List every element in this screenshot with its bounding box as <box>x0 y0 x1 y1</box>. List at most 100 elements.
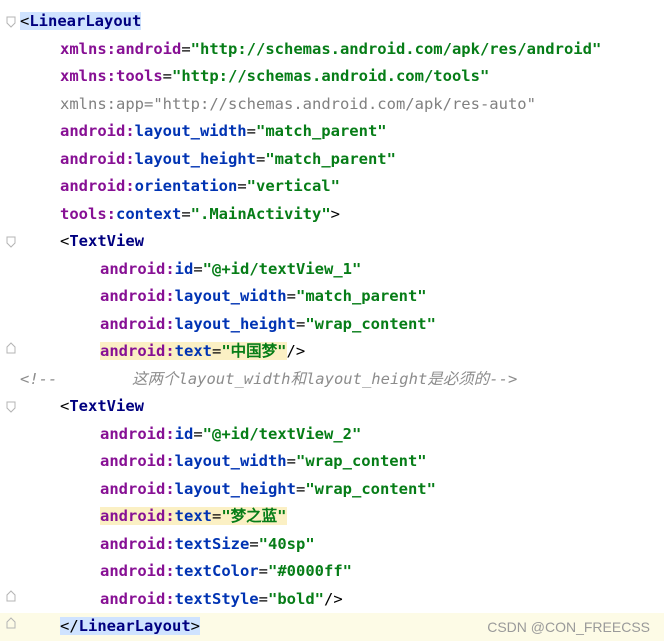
fold-close-icon[interactable] <box>6 342 16 354</box>
watermark: CSDN @CON_FREECSS <box>487 619 650 635</box>
code-text: android:textStyle="bold"/> <box>100 586 343 614</box>
code-token: < <box>60 232 70 250</box>
code-token: = <box>286 287 296 305</box>
code-line[interactable]: android:layout_width="match_parent" <box>0 283 664 311</box>
code-token: "@+id/textView_1" <box>202 259 362 278</box>
code-token: android: <box>100 342 175 360</box>
code-line[interactable]: <TextView <box>0 228 664 256</box>
code-token: "wrap_content" <box>305 479 436 498</box>
code-token: textStyle <box>174 589 259 608</box>
fold-open-icon[interactable] <box>6 16 16 28</box>
fold-close-icon[interactable] <box>6 589 16 602</box>
code-line[interactable]: xmlns:app="http://schemas.android.com/ap… <box>0 91 664 119</box>
code-token: android: <box>100 259 175 278</box>
code-token: textColor <box>174 562 259 580</box>
code-token: android: <box>60 122 135 140</box>
code-line[interactable]: android:orientation="vertical" <box>0 173 664 201</box>
code-line[interactable]: android:layout_width="match_parent" <box>0 118 664 146</box>
code-token: "中国梦" <box>221 342 287 360</box>
code-token: context <box>116 204 182 223</box>
code-text: android:layout_width="match_parent" <box>100 283 427 311</box>
code-token: = <box>295 314 306 333</box>
code-token: "40sp" <box>258 534 315 553</box>
code-token: android: <box>60 177 135 195</box>
code-text: android:textSize="40sp" <box>100 531 315 559</box>
code-editor[interactable]: <LinearLayout xmlns:android="http://schem… <box>0 0 664 643</box>
code-token: "bold" <box>268 589 324 608</box>
code-token: "#0000ff" <box>268 562 352 580</box>
code-text: <TextView <box>60 228 144 256</box>
code-text: android:layout_width="wrap_content" <box>100 448 427 476</box>
code-token: android: <box>100 507 175 525</box>
code-token: id <box>174 424 194 443</box>
code-token: <!-- 这两个layout_width和layout_height是必须的--… <box>20 369 518 388</box>
code-line[interactable]: android:layout_height="wrap_content" <box>0 311 664 339</box>
code-token: id <box>174 259 194 278</box>
code-token: "match_parent" <box>255 122 387 140</box>
code-token: < <box>60 397 70 415</box>
fold-open-icon[interactable] <box>6 236 16 248</box>
code-text: android:text="中国梦"/> <box>100 338 305 366</box>
code-token: android: <box>100 589 175 608</box>
code-text: android:layout_height="match_parent" <box>60 146 396 174</box>
code-line[interactable]: <!-- 这两个layout_width和layout_height是必须的--… <box>0 366 664 394</box>
code-token: text <box>174 342 212 360</box>
code-token: android: <box>100 424 175 443</box>
code-token: /> <box>286 342 306 360</box>
code-token: = <box>193 259 203 278</box>
code-line[interactable]: android:id="@+id/textView_1" <box>0 256 664 284</box>
code-line[interactable]: android:text="中国梦"/> <box>0 338 664 366</box>
code-token: TextView <box>69 232 144 250</box>
code-token: layout_height <box>134 149 256 168</box>
code-token: > <box>330 204 340 223</box>
code-token: = <box>295 479 306 498</box>
code-token: = <box>258 562 268 580</box>
code-text: android:orientation="vertical" <box>60 173 340 201</box>
code-token: layout_height <box>174 314 296 333</box>
code-token: android: <box>100 534 175 553</box>
code-token: > <box>190 617 200 635</box>
code-token: layout_height <box>174 479 296 498</box>
code-line[interactable]: android:layout_height="match_parent" <box>0 146 664 174</box>
code-token: xmlns: <box>60 39 116 58</box>
code-text: android:id="@+id/textView_1" <box>100 256 361 284</box>
code-token: android: <box>60 149 135 168</box>
code-token: "match_parent" <box>265 149 396 168</box>
code-token: xmlns:app <box>60 94 144 113</box>
code-token: = <box>249 534 259 553</box>
code-token: text <box>174 507 212 525</box>
code-token: = <box>144 94 154 113</box>
code-token: "match_parent" <box>295 287 427 305</box>
code-line[interactable]: android:textStyle="bold"/> <box>0 586 664 614</box>
code-line[interactable]: android:id="@+id/textView_2" <box>0 421 664 449</box>
code-line[interactable]: android:layout_height="wrap_content" <box>0 476 664 504</box>
code-line[interactable]: android:text="梦之蓝" <box>0 503 664 531</box>
code-token: "vertical" <box>246 177 340 195</box>
code-token: = <box>211 507 222 525</box>
code-line[interactable]: xmlns:android="http://schemas.android.co… <box>0 36 664 64</box>
code-line[interactable]: android:textSize="40sp" <box>0 531 664 559</box>
code-line[interactable]: android:layout_width="wrap_content" <box>0 448 664 476</box>
code-token: "http://schemas.android.com/apk/res/andr… <box>190 39 602 58</box>
code-line[interactable]: android:textColor="#0000ff" <box>0 558 664 586</box>
fold-close-icon[interactable] <box>6 617 16 629</box>
code-line[interactable]: tools:context=".MainActivity"> <box>0 201 664 229</box>
code-token: android: <box>100 287 175 305</box>
fold-open-icon[interactable] <box>6 401 16 413</box>
code-text: <!-- 这两个layout_width和layout_height是必须的--… <box>20 366 517 394</box>
code-text: </LinearLayout> <box>60 613 200 641</box>
code-token: = <box>246 122 256 140</box>
code-text: <TextView <box>60 393 144 421</box>
code-token: = <box>181 204 191 223</box>
code-token: android: <box>100 452 175 470</box>
code-line[interactable]: xmlns:tools="http://schemas.android.com/… <box>0 63 664 91</box>
code-token: "http://schemas.android.com/apk/res-auto… <box>153 94 536 113</box>
code-token: ".MainActivity" <box>190 204 331 223</box>
code-token: textSize <box>174 534 250 553</box>
code-text: android:layout_height="wrap_content" <box>100 311 436 339</box>
code-token: < <box>20 12 30 30</box>
code-token: = <box>286 452 296 470</box>
code-line[interactable]: <LinearLayout <box>0 8 664 36</box>
code-token: = <box>193 424 203 443</box>
code-line[interactable]: <TextView <box>0 393 664 421</box>
